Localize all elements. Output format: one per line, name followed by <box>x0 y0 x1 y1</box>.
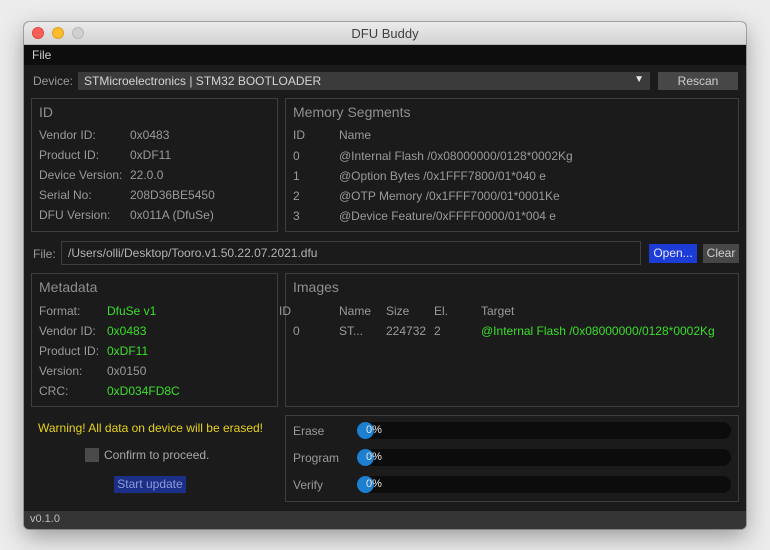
app-window: DFU Buddy File Device: STMicroelectronic… <box>24 22 746 529</box>
confirm-checkbox[interactable] <box>85 448 99 462</box>
program-progress-text: 0% <box>366 451 382 463</box>
image-row-size: 224732 <box>386 324 427 338</box>
file-label: File: <box>33 247 56 261</box>
erase-label: Erase <box>293 424 325 438</box>
memory-header-name: Name <box>339 128 372 142</box>
status-bar: v0.1.0 <box>24 511 746 529</box>
vendor-id-value: 0x0483 <box>130 128 170 142</box>
product-id-value: 0xDF11 <box>130 148 172 162</box>
memory-row-id: 2 <box>293 189 300 203</box>
verify-progress-text: 0% <box>366 478 382 490</box>
title-bar: DFU Buddy <box>24 22 746 45</box>
memory-row-id: 1 <box>293 169 300 183</box>
confirm-label[interactable]: Confirm to proceed. <box>104 448 209 462</box>
memory-header-id: ID <box>293 128 305 142</box>
vendor-id-label: Vendor ID: <box>39 128 96 142</box>
open-button[interactable]: Open... <box>649 244 697 263</box>
id-panel-title: ID <box>39 104 53 120</box>
device-version-value: 22.0.0 <box>130 168 164 182</box>
file-path-field[interactable]: /Users/olli/Desktop/Tooro.v1.50.22.07.20… <box>61 241 641 265</box>
verify-progress-bar <box>357 476 731 493</box>
dfu-version-label: DFU Version: <box>39 208 111 222</box>
meta-vendor-id-label: Vendor ID: <box>39 324 96 338</box>
program-progress-bar <box>357 449 731 466</box>
start-update-button[interactable]: Start update <box>114 476 186 493</box>
dropdown-arrow-icon: ▼ <box>634 74 644 85</box>
erase-warning: Warning! All data on device will be eras… <box>38 421 264 435</box>
version-label: v0.1.0 <box>30 513 60 525</box>
erase-progress-text: 0% <box>366 424 382 436</box>
verify-label: Verify <box>293 478 324 492</box>
images-header-el: El. <box>434 304 449 318</box>
meta-product-id-value: 0xDF11 <box>107 344 149 358</box>
image-row-target: @Internal Flash /0x08000000/0128*0002Kg <box>481 324 715 338</box>
serial-no-value: 208D36BE5450 <box>130 188 215 202</box>
metadata-title: Metadata <box>39 279 98 295</box>
image-row-name: ST... <box>339 324 364 338</box>
images-header-target: Target <box>481 304 515 318</box>
images-header-name: Name <box>339 304 372 318</box>
erase-progress-bar <box>357 422 731 439</box>
menu-bar: File <box>24 45 746 65</box>
memory-row-name: @Option Bytes /0x1FFF7800/01*040 e <box>339 169 546 183</box>
crc-label: CRC: <box>39 384 69 398</box>
meta-vendor-id-value: 0x0483 <box>107 324 147 338</box>
rescan-button[interactable]: Rescan <box>658 72 738 90</box>
memory-row-name: @Device Feature/0xFFFF0000/01*004 e <box>339 209 556 223</box>
serial-no-label: Serial No: <box>39 188 92 202</box>
program-label: Program <box>293 451 340 465</box>
format-label: Format: <box>39 304 81 318</box>
memory-segments-title: Memory Segments <box>293 104 411 120</box>
clear-button[interactable]: Clear <box>703 244 739 263</box>
memory-row-name: @Internal Flash /0x08000000/0128*0002Kg <box>339 149 573 163</box>
image-row-el: 2 <box>434 324 441 338</box>
memory-row-name: @OTP Memory /0x1FFF7000/01*0001Ke <box>339 189 560 203</box>
dfu-version-value: 0x011A (DfuSe) <box>130 208 214 222</box>
images-title: Images <box>293 279 339 295</box>
crc-value: 0xD034FD8C <box>107 384 180 398</box>
meta-version-label: Version: <box>39 364 83 378</box>
images-panel <box>285 273 739 407</box>
device-label: Device: <box>33 74 74 88</box>
memory-row-id: 0 <box>293 149 300 163</box>
device-select-value: STMicroelectronics | STM32 BOOTLOADER <box>84 74 322 88</box>
meta-product-id-label: Product ID: <box>39 344 100 358</box>
format-value: DfuSe v1 <box>107 304 157 318</box>
memory-row-id: 3 <box>293 209 300 223</box>
images-header-id: ID <box>279 304 291 318</box>
menu-file[interactable]: File <box>32 48 51 62</box>
product-id-label: Product ID: <box>39 148 100 162</box>
device-version-label: Device Version: <box>39 168 123 182</box>
window-title: DFU Buddy <box>351 26 419 41</box>
images-header-size: Size <box>386 304 410 318</box>
meta-version-value: 0x0150 <box>107 364 147 378</box>
image-row-id: 0 <box>293 324 300 338</box>
device-select[interactable]: STMicroelectronics | STM32 BOOTLOADER ▼ <box>78 72 650 90</box>
